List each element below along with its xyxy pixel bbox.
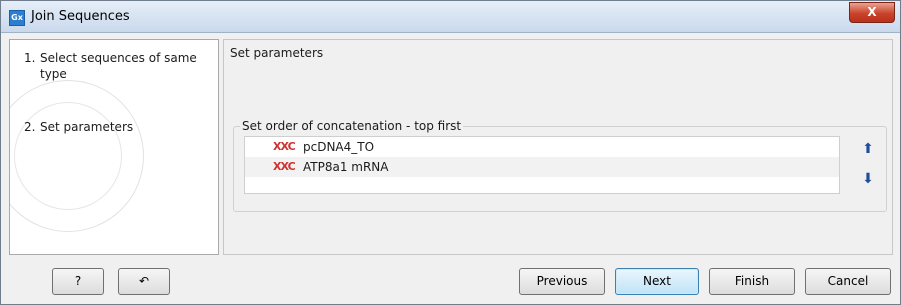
cancel-button[interactable]: Cancel — [805, 268, 891, 295]
sequence-icon: XXC — [273, 140, 296, 153]
move-down-icon[interactable]: ⬇ — [861, 172, 875, 186]
step-number: 2. — [24, 120, 36, 134]
close-button[interactable]: X — [849, 2, 895, 23]
list-item[interactable]: XXC ATP8a1 mRNA — [245, 157, 839, 177]
step-set-parameters: 2. Set parameters — [24, 119, 200, 135]
sequence-name: pcDNA4_TO — [303, 140, 375, 154]
steps-panel: 1. Select sequences of same type 2. Set pa… — [9, 39, 219, 255]
list-item[interactable]: XXC pcDNA4_TO — [245, 137, 839, 158]
step-label: Select sequences of same type — [40, 51, 197, 81]
sequence-icon: XXC — [273, 160, 296, 173]
sequence-name: ATP8a1 mRNA — [303, 160, 389, 174]
sequence-order-list[interactable]: XXC pcDNA4_TO XXC ATP8a1 mRNA — [244, 136, 840, 194]
group-title: Set order of concatenation - top first — [240, 119, 464, 133]
reset-button[interactable]: ↶ — [118, 268, 170, 295]
next-button[interactable]: Next — [615, 268, 699, 295]
step-select-sequences: 1. Select sequences of same type — [24, 50, 200, 82]
reset-icon: ↶ — [138, 274, 150, 288]
move-up-icon[interactable]: ⬆ — [861, 142, 875, 156]
step-number: 1. — [24, 51, 36, 65]
step-label: Set parameters — [40, 120, 134, 134]
app-icon: Gx — [9, 10, 25, 26]
concatenation-order-group: Set order of concatenation - top first X… — [233, 119, 887, 212]
parameters-panel: Set parameters Set order of concatenatio… — [223, 39, 893, 255]
panel-title: Set parameters — [230, 46, 324, 60]
finish-button[interactable]: Finish — [709, 268, 795, 295]
previous-button[interactable]: Previous — [519, 268, 605, 295]
help-button[interactable]: ? — [52, 268, 104, 295]
dialog-window: Gx Join Sequences X 1. Select sequences o… — [0, 0, 901, 305]
window-title: Join Sequences — [31, 9, 130, 24]
title-bar: Gx Join Sequences X — [1, 1, 900, 33]
dialog-body: 1. Select sequences of same type 2. Set pa… — [9, 39, 893, 255]
